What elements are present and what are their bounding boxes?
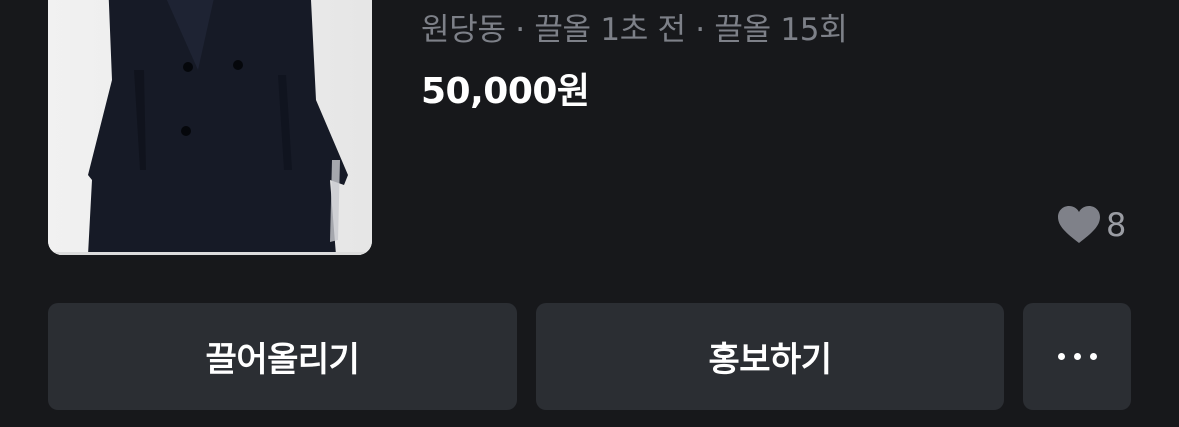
coat-image bbox=[48, 0, 372, 255]
listing-card: 원당동 · 끌올 1초 전 · 끌올 15회 50,000원 8 끌어올리기 홍… bbox=[0, 0, 1179, 427]
bump-button[interactable]: 끌어올리기 bbox=[48, 303, 517, 410]
listing-price: 50,000원 bbox=[421, 71, 590, 112]
more-button[interactable] bbox=[1023, 303, 1131, 410]
like-count: 8 bbox=[1106, 206, 1127, 244]
listing-meta: 원당동 · 끌올 1초 전 · 끌올 15회 bbox=[421, 12, 848, 48]
promote-button[interactable]: 홍보하기 bbox=[536, 303, 1004, 410]
like-counter: 8 bbox=[1058, 206, 1126, 244]
heart-icon bbox=[1058, 206, 1100, 243]
product-photo[interactable] bbox=[48, 0, 372, 255]
more-dots-icon bbox=[1057, 353, 1097, 360]
